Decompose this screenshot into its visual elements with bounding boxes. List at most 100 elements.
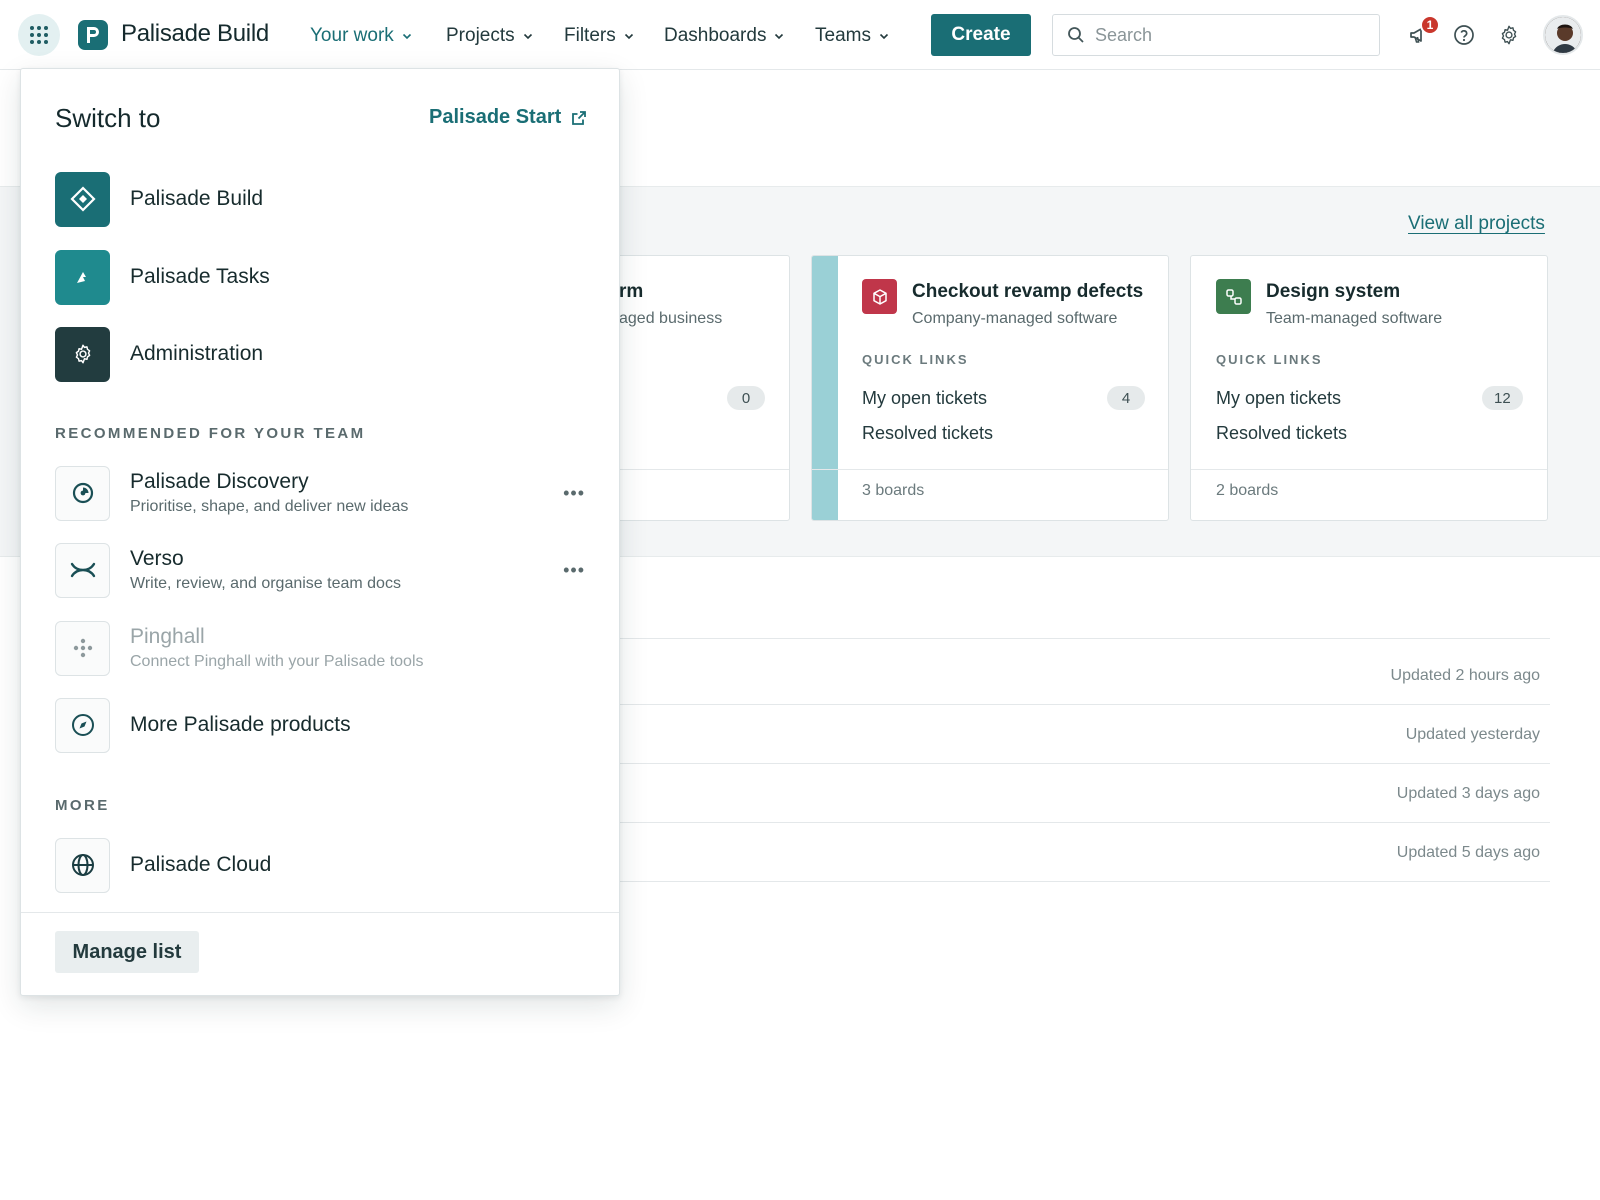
- nav-label: Dashboards: [664, 25, 767, 46]
- panel-divider: [21, 912, 619, 913]
- link-label: Palisade Start: [429, 106, 562, 128]
- project-title: Checkout revamp defects: [912, 281, 1144, 302]
- compass-icon: [71, 714, 94, 736]
- app-tile: [55, 620, 110, 676]
- user-avatar-icon: [1545, 17, 1581, 53]
- project-avatar: [862, 279, 897, 314]
- more-options-icon[interactable]: •••: [563, 483, 585, 504]
- app-name: Administration: [130, 342, 264, 365]
- project-title: Design system: [1266, 281, 1401, 302]
- nav-your-work[interactable]: Your work: [310, 25, 412, 47]
- gear-icon: [1501, 25, 1517, 45]
- nav-label: Projects: [446, 25, 515, 46]
- resolved-tickets-link[interactable]: Resolved tickets: [862, 423, 993, 444]
- logo-icon[interactable]: [78, 20, 108, 50]
- search-icon: [1068, 27, 1084, 43]
- search-input[interactable]: [1095, 24, 1365, 46]
- boards-link[interactable]: 2 boards: [1216, 482, 1278, 500]
- updated-timestamp: Updated 3 days ago: [1396, 785, 1540, 802]
- pinghall-icon: [73, 638, 92, 658]
- app-tile: [55, 697, 110, 753]
- quick-links-label: QUICK LINKS: [1216, 352, 1323, 367]
- project-avatar: [1216, 279, 1251, 314]
- external-link-icon: [572, 110, 587, 125]
- cube-icon: [872, 288, 887, 305]
- chevron-down-icon: [402, 33, 411, 40]
- product-name[interactable]: Palisade Build: [121, 20, 269, 48]
- settings-button[interactable]: [1496, 22, 1522, 48]
- chevron-down-icon: [879, 33, 889, 40]
- app-name: Palisade Discovery: [130, 470, 309, 493]
- my-open-tickets-link[interactable]: My open tickets: [1216, 388, 1341, 409]
- updated-timestamp: Updated 5 days ago: [1396, 844, 1540, 861]
- nav-label: Your work: [310, 25, 394, 46]
- notification-badge: 1: [1420, 15, 1440, 35]
- updated-timestamp: Updated yesterday: [1405, 726, 1540, 743]
- project-title: rm: [619, 281, 644, 302]
- app-description: Write, review, and organise team docs: [130, 575, 401, 592]
- project-subtitle: Team-managed software: [1266, 310, 1443, 327]
- app-switcher-panel: Switch to Palisade Start Palisade Build …: [20, 68, 620, 996]
- manage-list-button[interactable]: Manage list: [55, 931, 199, 973]
- avatar[interactable]: [1543, 15, 1583, 55]
- app-name: More Palisade products: [130, 713, 351, 736]
- app-name: Verso: [130, 547, 184, 570]
- nav-teams[interactable]: Teams: [815, 25, 889, 47]
- app-tile: [55, 837, 110, 893]
- list-divider: [620, 881, 1550, 882]
- app-verso[interactable]: Verso Write, review, and organise team d…: [55, 542, 595, 598]
- more-label: MORE: [55, 797, 110, 814]
- quick-links-label: QUICK LINKS: [862, 352, 969, 367]
- more-palisade-products[interactable]: More Palisade products: [55, 697, 595, 753]
- list-divider: [620, 763, 1550, 764]
- app-tile: [55, 171, 110, 227]
- project-card-checkout[interactable]: Checkout revamp defects Company-managed …: [811, 255, 1169, 521]
- app-grid-icon: [30, 26, 48, 44]
- app-palisade-discovery[interactable]: Palisade Discovery Prioritise, shape, an…: [55, 465, 595, 521]
- my-open-tickets-link[interactable]: My open tickets: [862, 388, 987, 409]
- app-name: Palisade Tasks: [130, 265, 270, 288]
- app-palisade-build[interactable]: Palisade Build: [55, 171, 595, 227]
- app-palisade-cloud[interactable]: Palisade Cloud: [55, 837, 595, 893]
- app-palisade-tasks[interactable]: Palisade Tasks: [55, 249, 595, 305]
- verso-icon: [70, 562, 95, 578]
- app-tile: [55, 249, 110, 305]
- more-options-icon[interactable]: •••: [563, 560, 585, 581]
- top-navigation: Palisade Build Your work Projects Filter…: [0, 0, 1600, 70]
- nav-projects[interactable]: Projects: [446, 25, 533, 47]
- search-box[interactable]: [1052, 14, 1380, 56]
- app-tile: [55, 465, 110, 521]
- app-tile: [55, 326, 110, 382]
- chevron-down-icon: [624, 33, 633, 40]
- updated-timestamp: Updated 2 hours ago: [1390, 667, 1540, 684]
- project-subtitle: Company-managed software: [912, 310, 1118, 327]
- app-description: Prioritise, shape, and deliver new ideas: [130, 498, 409, 515]
- globe-icon: [71, 854, 94, 876]
- create-button[interactable]: Create: [931, 14, 1031, 56]
- view-all-projects-link[interactable]: View all projects: [1408, 213, 1545, 235]
- resolved-tickets-link[interactable]: Resolved tickets: [1216, 423, 1347, 444]
- panel-title: Switch to: [55, 103, 161, 133]
- chevron-down-icon: [775, 33, 784, 40]
- list-divider: [620, 638, 1550, 639]
- nav-filters[interactable]: Filters: [564, 25, 634, 47]
- gear-icon: [75, 344, 90, 364]
- app-name: Palisade Build: [130, 187, 264, 210]
- palisade-start-link[interactable]: Palisade Start: [429, 106, 587, 129]
- project-subtitle: aged business: [619, 310, 723, 327]
- discovery-icon: [72, 482, 93, 504]
- recommended-label: RECOMMENDED FOR YOUR TEAM: [55, 425, 366, 442]
- app-description: Connect Pinghall with your Palisade tool…: [130, 653, 424, 670]
- boards-link[interactable]: 3 boards: [862, 482, 924, 500]
- help-button[interactable]: [1451, 22, 1477, 48]
- project-card-design-system[interactable]: Design system Team-managed software QUIC…: [1190, 255, 1548, 521]
- nav-dashboards[interactable]: Dashboards: [664, 25, 784, 47]
- help-icon: [1454, 25, 1474, 45]
- tasks-icon: [76, 272, 86, 283]
- nav-label: Teams: [815, 25, 871, 46]
- app-switcher-button[interactable]: [18, 14, 60, 56]
- app-pinghall[interactable]: Pinghall Connect Pinghall with your Pali…: [55, 620, 595, 676]
- app-administration[interactable]: Administration: [55, 326, 595, 382]
- link-nodes-icon: [1225, 288, 1242, 305]
- app-name: Pinghall: [130, 625, 205, 648]
